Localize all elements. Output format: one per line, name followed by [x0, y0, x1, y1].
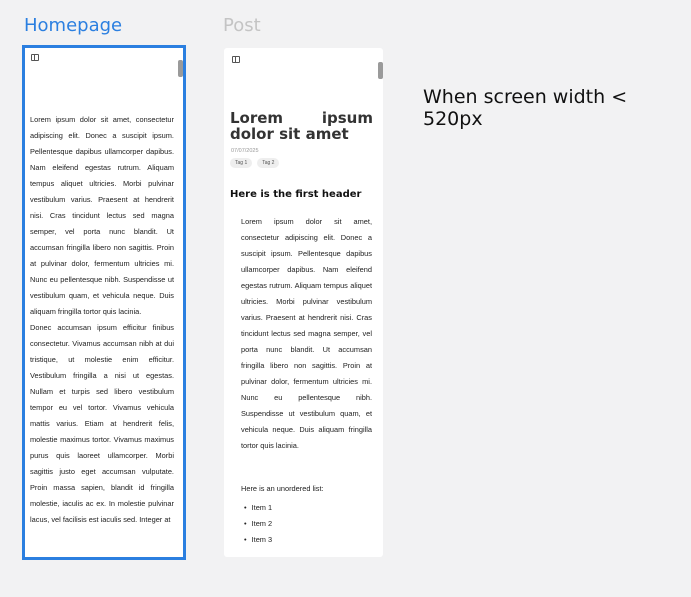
post-frame[interactable]: Lorem ipsum dolor sit amet 07/07/2025 Ta… — [224, 48, 383, 557]
sidebar-toggle-icon[interactable] — [31, 54, 39, 61]
list-heading: Here is an unordered list: — [241, 484, 324, 493]
unordered-list: Item 1 Item 2 Item 3 — [241, 500, 273, 548]
frame-title-post[interactable]: Post — [223, 15, 261, 36]
homepage-body-text: Lorem ipsum dolor sit amet, consectetur … — [30, 112, 174, 528]
list-item: Item 2 — [241, 516, 273, 532]
paragraph: Lorem ipsum dolor sit amet, consectetur … — [30, 115, 174, 316]
post-tags: Tag 1 Tag 2 — [230, 158, 280, 168]
paragraph: Donec accumsan ipsum efficitur finibus c… — [30, 323, 174, 524]
post-header: Here is the first header — [230, 189, 362, 200]
post-title: Lorem ipsum dolor sit amet — [230, 109, 373, 143]
scrollbar[interactable] — [178, 60, 183, 77]
post-date: 07/07/2025 — [231, 148, 259, 154]
scrollbar[interactable] — [378, 62, 383, 79]
tag[interactable]: Tag 1 — [230, 158, 253, 168]
frame-title-homepage[interactable]: Homepage — [24, 15, 122, 36]
tag[interactable]: Tag 2 — [257, 158, 280, 168]
breakpoint-annotation: When screen width < 520px — [423, 86, 628, 130]
sidebar-toggle-icon[interactable] — [232, 56, 240, 63]
list-item: Item 1 — [241, 500, 273, 516]
homepage-frame[interactable]: Lorem ipsum dolor sit amet, consectetur … — [22, 45, 186, 560]
list-item: Item 3 — [241, 532, 273, 548]
post-body-text: Lorem ipsum dolor sit amet, consectetur … — [241, 217, 372, 450]
